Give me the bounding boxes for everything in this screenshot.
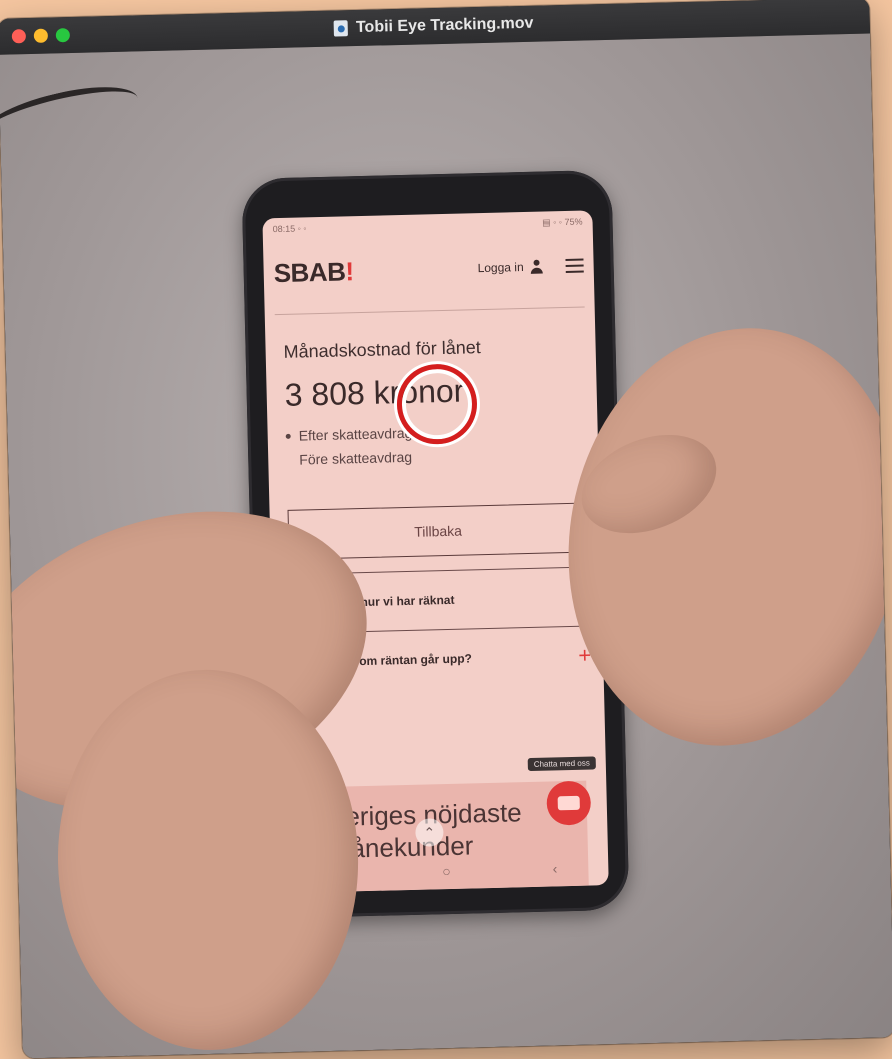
chat-tooltip: Chatta med oss [527,756,596,772]
tax-option-label: Före skatteavdrag [299,448,413,468]
header-divider [274,306,585,316]
back-icon[interactable]: ‹ [552,860,557,876]
logo-text: SBAB [273,255,346,288]
chat-icon [557,795,580,811]
window-title: Tobii Eye Tracking.mov [355,14,534,37]
tax-option-label: Efter skatteavdrag [298,424,413,444]
logo-exclamation: ! [344,255,354,286]
selected-dot-icon [285,433,291,439]
status-right: ▤ ◦ ◦ 75% [542,216,583,228]
app-header: SBAB! Logga in [263,236,594,302]
cable [0,75,143,158]
video-player-window: Tobii Eye Tracking.mov 08:15 ◦ ◦ ▤ ◦ ◦ 7… [0,0,892,1059]
movie-file-icon [333,20,349,37]
home-icon[interactable]: ○ [442,863,451,879]
hamburger-menu-icon[interactable] [565,258,584,273]
video-frame[interactable]: 08:15 ◦ ◦ ▤ ◦ ◦ 75% SBAB! Logga in Månad [0,33,892,1059]
sbab-logo[interactable]: SBAB! [273,256,354,289]
tax-option-before[interactable]: Före skatteavdrag [286,445,586,468]
phone-status-bar: 08:15 ◦ ◦ ▤ ◦ ◦ 75% [273,217,583,239]
status-left: 08:15 ◦ ◦ [272,223,307,235]
login-link[interactable]: Logga in [477,260,543,276]
login-label: Logga in [477,260,524,276]
monthly-cost-label: Månadskostnad för lånet [283,337,481,362]
user-icon [529,260,543,274]
